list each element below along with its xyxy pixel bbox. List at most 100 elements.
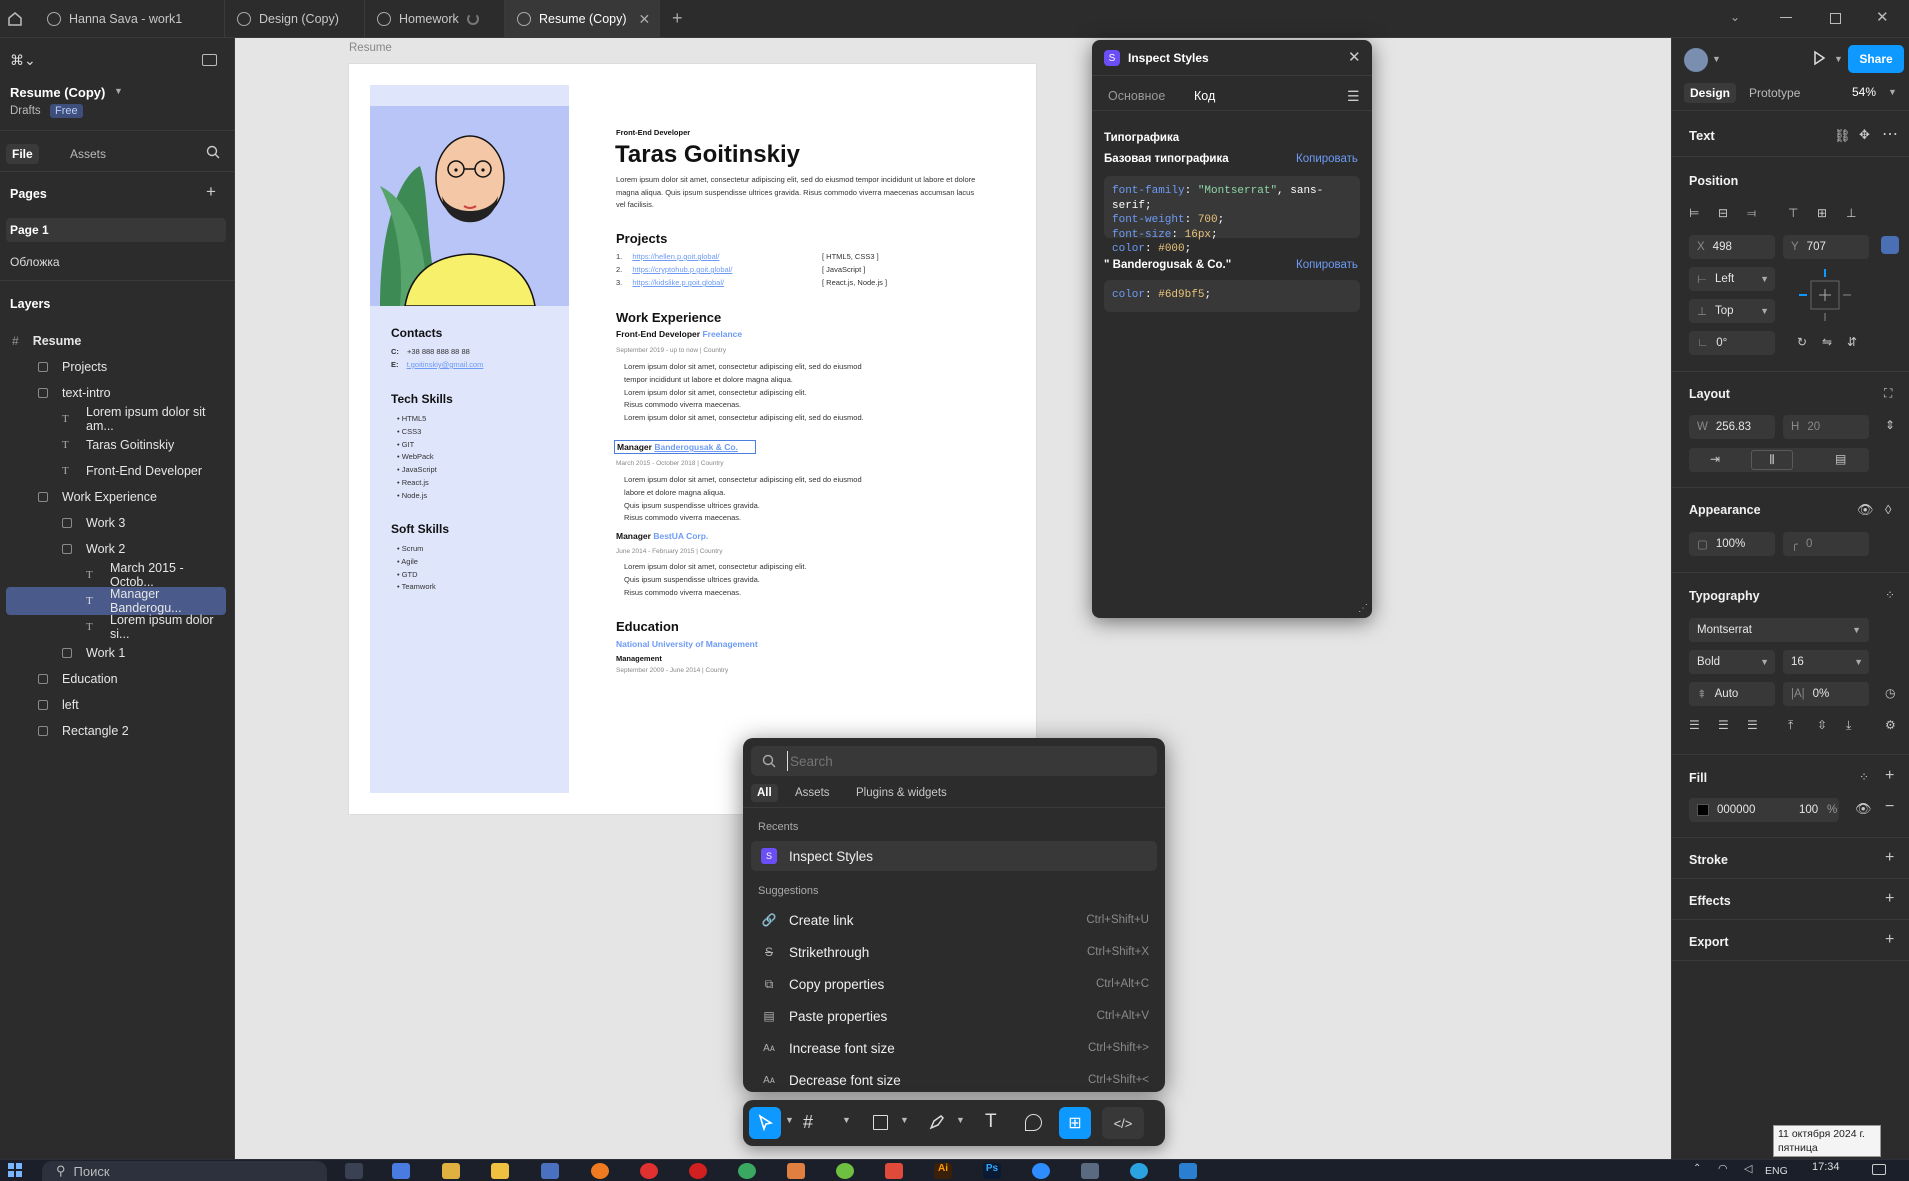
- copy-button[interactable]: Копировать: [1296, 153, 1358, 165]
- align-right-icon[interactable]: ⫤: [1747, 206, 1756, 221]
- action-strikethrough[interactable]: S Strikethrough Ctrl+Shift+X: [751, 937, 1157, 967]
- fixed-size-icon[interactable]: ▤: [1835, 452, 1846, 466]
- width-field[interactable]: W 256.83: [1689, 415, 1775, 439]
- letter-spacing-field[interactable]: |A| 0%: [1783, 682, 1869, 706]
- font-weight-select[interactable]: Bold ▼: [1689, 650, 1775, 674]
- remove-fill-icon[interactable]: −: [1885, 798, 1894, 816]
- align-bottom-icon[interactable]: ⊥: [1846, 206, 1856, 220]
- notifications-icon[interactable]: [1872, 1164, 1886, 1175]
- add-stroke-icon[interactable]: +: [1885, 849, 1894, 867]
- calculator-icon[interactable]: [1081, 1163, 1099, 1179]
- actions-tool-icon[interactable]: ⊞: [1059, 1107, 1091, 1139]
- align-center-h-icon[interactable]: ⊟: [1718, 206, 1728, 220]
- save-icon[interactable]: [541, 1163, 559, 1179]
- figma-menu-icon[interactable]: ⌘⌄: [10, 52, 36, 69]
- action-increase-font-size[interactable]: Aᴀ Increase font size Ctrl+Shift+>: [751, 1033, 1157, 1063]
- page-item-cover[interactable]: Обложка: [10, 255, 60, 269]
- constraint-widget[interactable]: [1797, 267, 1853, 323]
- new-tab-icon[interactable]: +: [672, 8, 683, 29]
- add-effect-icon[interactable]: +: [1885, 890, 1894, 908]
- chevron-down-icon[interactable]: ▼: [785, 1115, 794, 1125]
- search-box[interactable]: [751, 746, 1157, 776]
- layer-rectangle-2[interactable]: Rectangle 2: [6, 717, 226, 745]
- file-explorer-icon[interactable]: [491, 1163, 509, 1179]
- clock[interactable]: 17:34: [1812, 1161, 1840, 1173]
- action-paste-properties[interactable]: ▤ Paste properties Ctrl+Alt+V: [751, 1001, 1157, 1031]
- page-item-page-1[interactable]: Page 1: [6, 218, 226, 242]
- frame-label[interactable]: Resume: [349, 42, 392, 54]
- font-family-select[interactable]: Montserrat ▼: [1689, 618, 1869, 642]
- line-height-field[interactable]: ⇞ Auto: [1689, 682, 1775, 706]
- component-icon[interactable]: ✥: [1859, 127, 1870, 143]
- x-field[interactable]: X 498: [1689, 235, 1775, 259]
- constrain-proportions-icon[interactable]: ⇕: [1885, 418, 1895, 432]
- code-block[interactable]: font-family: "Montserrat", sans-serif; f…: [1104, 176, 1360, 255]
- opacity-field[interactable]: ▢ 100%: [1689, 532, 1775, 556]
- tab-resume-copy[interactable]: Resume (Copy) ✕: [505, 0, 660, 38]
- language-indicator[interactable]: ENG: [1765, 1165, 1788, 1177]
- firefox-icon[interactable]: [591, 1163, 609, 1179]
- tab-hanna-sava[interactable]: Hanna Sava - work1: [35, 0, 225, 38]
- chevron-down-icon[interactable]: ▼: [1712, 54, 1721, 64]
- distribute-icon[interactable]: [1881, 236, 1899, 254]
- rectangle-tool-icon[interactable]: [873, 1115, 888, 1130]
- font-size-field[interactable]: 16 ▼: [1783, 650, 1869, 674]
- present-icon[interactable]: [1811, 50, 1827, 66]
- yandex-icon[interactable]: [640, 1163, 658, 1179]
- tab-all[interactable]: All: [751, 784, 778, 802]
- zoom-level[interactable]: 54%: [1852, 85, 1876, 99]
- layer-education[interactable]: Education: [6, 665, 226, 693]
- chevron-down-icon[interactable]: ⌄: [1730, 10, 1740, 24]
- tab-prototype[interactable]: Prototype: [1749, 86, 1800, 100]
- chevron-down-icon[interactable]: ▼: [842, 1115, 851, 1125]
- taskbar-search[interactable]: ⚲ Поиск: [42, 1161, 327, 1181]
- share-button[interactable]: Share: [1848, 45, 1904, 73]
- avatar[interactable]: [1684, 48, 1708, 72]
- text-align-center-icon[interactable]: ☰: [1718, 718, 1729, 732]
- add-page-icon[interactable]: +: [206, 182, 216, 202]
- layer-resume[interactable]: # Resume: [6, 327, 226, 355]
- code-block[interactable]: color: #6d9bf5;: [1104, 280, 1360, 312]
- chevron-down-icon[interactable]: ▼: [114, 86, 123, 96]
- tab-assets[interactable]: Assets: [795, 787, 830, 799]
- figma-taskbar-icon[interactable]: [885, 1163, 903, 1179]
- work2-heading-selected[interactable]: Manager Banderogusak & Co.: [614, 440, 756, 454]
- frame-tool-icon[interactable]: #: [803, 1112, 813, 1133]
- pen-tool-icon[interactable]: [928, 1113, 946, 1131]
- zoom-icon[interactable]: [1032, 1163, 1050, 1179]
- file-location[interactable]: Drafts: [10, 105, 41, 117]
- move-tool-icon[interactable]: [749, 1107, 781, 1139]
- tray-chevron-icon[interactable]: ⌃: [1693, 1163, 1701, 1174]
- copy-button[interactable]: Копировать: [1296, 259, 1358, 271]
- toggle-sidebar-icon[interactable]: [202, 54, 217, 66]
- add-fill-icon[interactable]: +: [1885, 767, 1894, 785]
- opera-icon[interactable]: [689, 1163, 707, 1179]
- layer-projects[interactable]: Projects: [6, 353, 226, 381]
- upwork-icon[interactable]: [836, 1163, 854, 1179]
- auto-width-icon[interactable]: ⇥: [1710, 452, 1720, 466]
- illustrator-icon[interactable]: Ai: [934, 1163, 952, 1179]
- resize-handle-icon[interactable]: ⋰: [1358, 603, 1368, 614]
- chrome-icon[interactable]: [738, 1163, 756, 1179]
- notes-icon[interactable]: [442, 1163, 460, 1179]
- align-top-icon[interactable]: ⊤: [1788, 206, 1798, 220]
- layer-date[interactable]: T March 2015 - Octob...: [6, 561, 226, 589]
- text-tool-icon[interactable]: T: [985, 1111, 997, 1133]
- flip-vertical-icon[interactable]: ⇵: [1847, 335, 1857, 349]
- tab-file[interactable]: File: [6, 144, 39, 164]
- chevron-down-icon[interactable]: ▼: [1888, 87, 1897, 97]
- layer-lorem-2[interactable]: T Lorem ipsum dolor si...: [6, 613, 226, 641]
- eye-icon[interactable]: 👁: [1857, 502, 1874, 518]
- rotation-field[interactable]: ∟ 0°: [1689, 331, 1775, 355]
- more-icon[interactable]: ⋯: [1882, 124, 1898, 144]
- search-input[interactable]: [787, 751, 1147, 771]
- layer-role[interactable]: T Front-End Developer: [6, 457, 226, 485]
- comment-tool-icon[interactable]: [1025, 1114, 1042, 1131]
- blend-icon[interactable]: ◊: [1885, 502, 1891, 517]
- chevron-down-icon[interactable]: ▼: [1834, 54, 1843, 64]
- photoshop-icon[interactable]: Ps: [983, 1163, 1001, 1179]
- krita-icon[interactable]: [787, 1163, 805, 1179]
- fill-styles-icon[interactable]: ⁘: [1859, 770, 1869, 784]
- layer-work-experience[interactable]: Work Experience: [6, 483, 226, 511]
- search-icon[interactable]: [206, 145, 220, 159]
